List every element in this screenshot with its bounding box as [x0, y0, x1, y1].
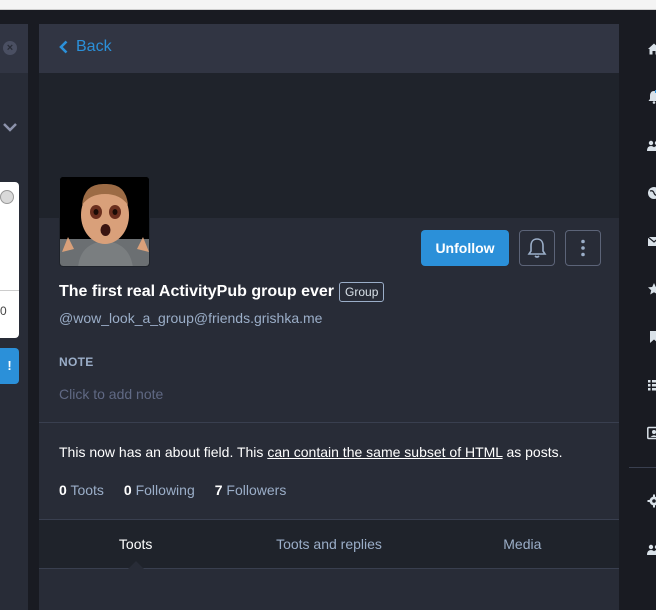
following-count-label: Following [135, 482, 195, 498]
divider [0, 290, 19, 291]
toots-count-value: 0 [59, 482, 67, 498]
follow-requests-icon[interactable] [647, 542, 656, 556]
following-count-value: 0 [123, 482, 132, 498]
home-icon[interactable] [647, 42, 656, 56]
navigation-panel [629, 24, 656, 610]
account-counts: 0 Toots 0 Following 7 Followers [59, 482, 286, 498]
name-row: The first real ActivityPub group ever Gr… [59, 282, 385, 302]
group-badge: Group [339, 282, 385, 302]
ellipsis-vertical-icon [581, 239, 585, 257]
more-options-button[interactable] [565, 230, 601, 266]
about-text: This now has an about field. This can co… [59, 444, 563, 460]
back-label: Back [76, 38, 112, 55]
divider [39, 422, 619, 423]
about-suffix: as posts. [502, 444, 563, 460]
compose-card: 0 [0, 182, 19, 338]
chevron-down-icon[interactable] [3, 119, 17, 137]
left-column: × 0 ! [0, 24, 28, 610]
character-counter: 0 [0, 304, 7, 318]
toots-count-label: Toots [70, 482, 104, 498]
display-name: The first real ActivityPub group ever [59, 283, 335, 300]
publish-button[interactable]: ! [0, 348, 19, 384]
account-tabs: Toots Toots and replies Media [39, 519, 619, 569]
direct-icon[interactable] [647, 234, 656, 248]
tab-toots-and-replies[interactable]: Toots and replies [232, 520, 425, 568]
followers-count[interactable]: 7 Followers [215, 482, 287, 498]
account-handle: @wow_look_a_group@friends.grishka.me [59, 310, 323, 326]
about-prefix: This now has an about field. This [59, 444, 268, 460]
bookmarks-icon[interactable] [647, 330, 656, 344]
avatar[interactable] [59, 176, 150, 267]
chevron-left-icon [59, 40, 68, 54]
note-field[interactable]: Click to add note [59, 386, 163, 402]
notifications-icon[interactable] [647, 90, 656, 104]
note-label: NOTE [59, 355, 94, 369]
local-icon[interactable] [647, 138, 656, 152]
close-icon[interactable]: × [3, 41, 17, 55]
column-header: Back [39, 24, 619, 73]
lists-icon[interactable] [647, 378, 656, 392]
left-column-header: × [0, 24, 28, 73]
divider [629, 467, 656, 468]
unfollow-button[interactable]: Unfollow [421, 230, 509, 266]
followers-count-value: 7 [214, 482, 223, 498]
account-column: Back Unfollow The first real ActivityPub… [39, 24, 619, 610]
tab-media[interactable]: Media [426, 520, 619, 568]
following-count[interactable]: 0 Following [124, 482, 195, 498]
profile-directory-icon[interactable] [647, 426, 656, 440]
emoji-icon[interactable] [0, 190, 14, 204]
tab-toots[interactable]: Toots [39, 520, 232, 569]
preferences-icon[interactable] [647, 494, 656, 508]
toots-count[interactable]: 0 Toots [59, 482, 104, 498]
federated-icon[interactable] [647, 186, 656, 200]
back-button[interactable]: Back [59, 38, 112, 56]
bell-icon [527, 238, 547, 258]
browser-top-bar [0, 0, 656, 10]
about-link[interactable]: can contain the same subset of HTML [267, 444, 502, 460]
profile-actions: Unfollow [421, 230, 601, 266]
notify-button[interactable] [519, 230, 555, 266]
favourites-icon[interactable] [647, 282, 656, 296]
followers-count-label: Followers [226, 482, 287, 498]
